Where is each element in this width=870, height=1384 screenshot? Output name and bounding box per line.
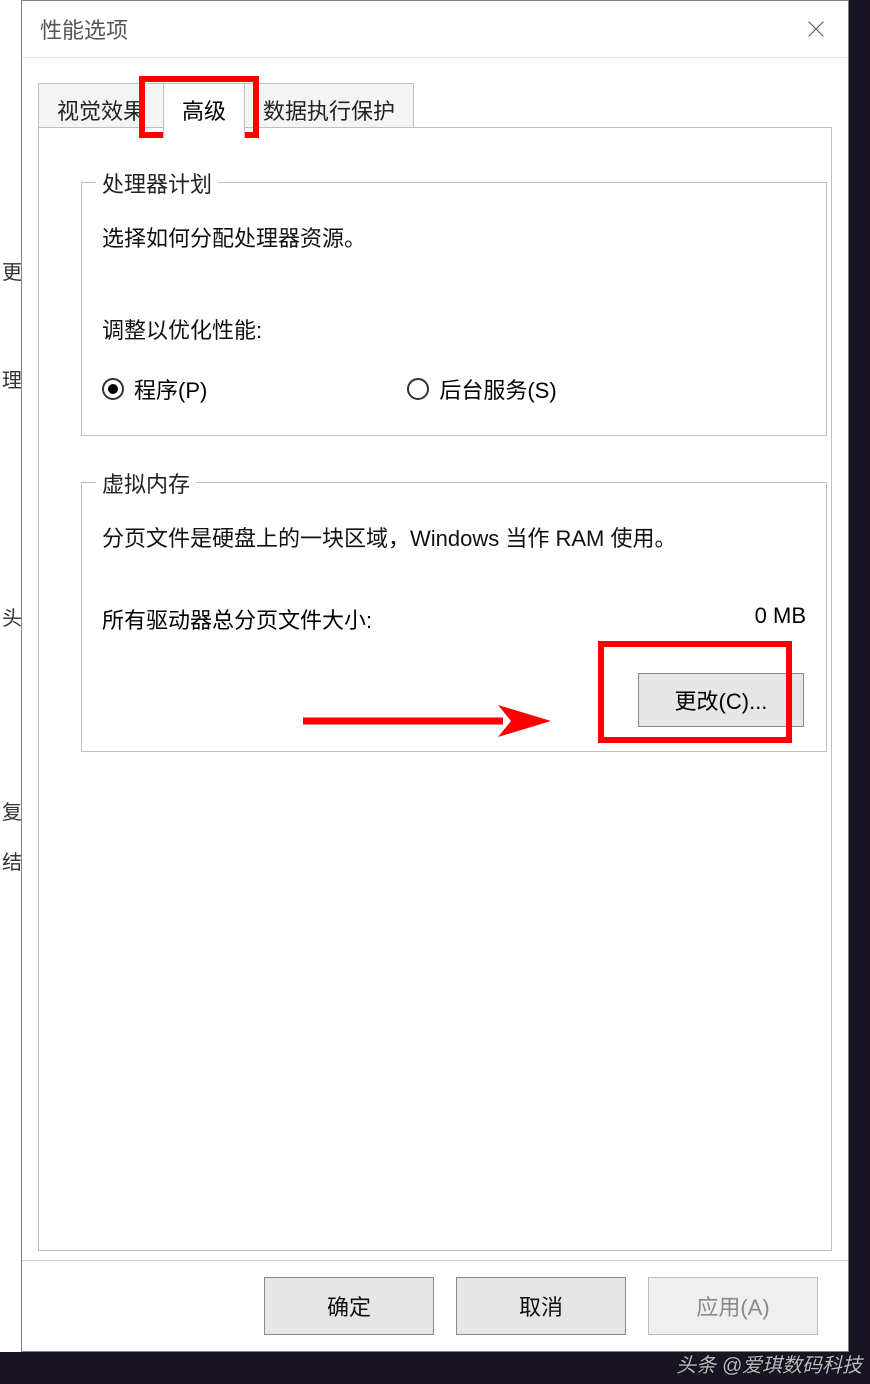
radio-background-services[interactable]: 后台服务(S) <box>407 373 556 405</box>
performance-options-dialog: 性能选项 视觉效果 高级 数据执行保护 处理器计划 选择如何分配处理器资源。 调… <box>21 0 849 1352</box>
group-legend-vm: 虚拟内存 <box>96 467 196 499</box>
radio-programs-label: 程序(P) <box>134 373 207 405</box>
radio-services-label: 后台服务(S) <box>439 373 556 405</box>
vm-total-label: 所有驱动器总分页文件大小: <box>102 603 372 635</box>
change-button[interactable]: 更改(C)... <box>638 673 804 727</box>
background-left-strip: 更 理 头 复 结 <box>0 0 21 1352</box>
tab-panel-advanced: 处理器计划 选择如何分配处理器资源。 调整以优化性能: 程序(P) 后台服务(S… <box>38 127 832 1251</box>
processor-adjust-label: 调整以优化性能: <box>102 313 262 345</box>
tab-advanced[interactable]: 高级 <box>163 83 245 138</box>
vm-desc: 分页文件是硬盘上的一块区域，Windows 当作 RAM 使用。 <box>102 521 806 553</box>
watermark-text: 头条 @爱琪数码科技 <box>676 1349 862 1378</box>
dialog-button-bar: 确定 取消 应用(A) <box>22 1260 848 1351</box>
titlebar: 性能选项 <box>22 1 848 58</box>
ok-button[interactable]: 确定 <box>264 1277 434 1335</box>
group-legend-processor: 处理器计划 <box>96 167 218 199</box>
apply-button: 应用(A) <box>648 1277 818 1335</box>
radio-dot-icon <box>407 378 429 400</box>
window-title: 性能选项 <box>40 13 128 45</box>
vm-total-value: 0 MB <box>755 603 806 635</box>
close-icon[interactable] <box>800 13 832 45</box>
processor-desc: 选择如何分配处理器资源。 <box>102 221 366 253</box>
radio-programs[interactable]: 程序(P) <box>102 373 207 405</box>
group-processor-scheduling: 处理器计划 选择如何分配处理器资源。 调整以优化性能: 程序(P) 后台服务(S… <box>81 182 827 436</box>
radio-dot-icon <box>102 378 124 400</box>
group-virtual-memory: 虚拟内存 分页文件是硬盘上的一块区域，Windows 当作 RAM 使用。 所有… <box>81 482 827 752</box>
cancel-button[interactable]: 取消 <box>456 1277 626 1335</box>
